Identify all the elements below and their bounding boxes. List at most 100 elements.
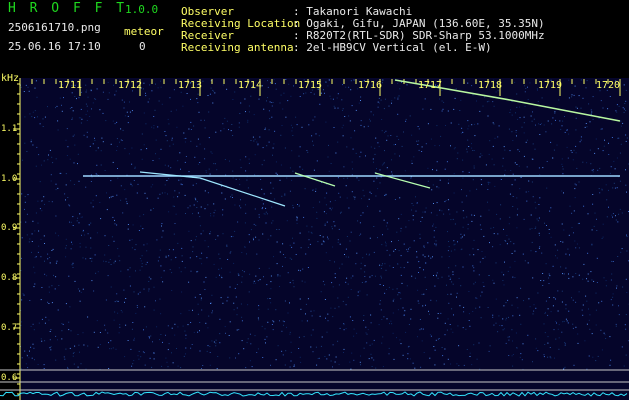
- noise-dot: [313, 310, 315, 312]
- noise-dot: [448, 179, 450, 181]
- noise-dot: [440, 135, 442, 137]
- noise-dot: [373, 226, 375, 227]
- noise-dot: [316, 211, 318, 213]
- noise-dot: [469, 325, 471, 327]
- noise-dot: [350, 137, 352, 139]
- noise-dot: [434, 349, 436, 351]
- noise-dot: [139, 215, 141, 217]
- noise-dot: [170, 110, 172, 112]
- noise-dot: [508, 223, 510, 225]
- noise-dot: [351, 174, 353, 176]
- noise-dot: [462, 177, 464, 179]
- noise-dot: [43, 368, 45, 369]
- noise-dot: [468, 125, 470, 127]
- noise-dot: [564, 366, 566, 368]
- noise-dot: [47, 301, 49, 303]
- noise-dot: [554, 244, 556, 246]
- noise-dot: [448, 209, 450, 211]
- noise-dot: [216, 169, 218, 171]
- noise-dot: [610, 299, 612, 301]
- noise-dot: [434, 285, 436, 287]
- noise-dot: [287, 272, 289, 274]
- noise-dot: [83, 344, 85, 346]
- noise-dot: [618, 314, 620, 316]
- x-tick-label: 1715: [298, 80, 323, 91]
- noise-dot: [263, 159, 265, 161]
- noise-dot: [399, 155, 400, 157]
- noise-dot: [469, 190, 471, 192]
- noise-dot: [44, 203, 45, 205]
- noise-dot: [209, 173, 211, 175]
- noise-dot: [90, 90, 92, 92]
- noise-dot: [380, 275, 382, 277]
- noise-dot: [606, 216, 608, 218]
- noise-dot: [48, 303, 50, 304]
- noise-dot: [575, 117, 577, 119]
- noise-dot: [164, 164, 166, 166]
- noise-dot: [313, 169, 315, 171]
- noise-dot: [119, 324, 121, 326]
- noise-dot: [446, 284, 447, 286]
- noise-dot: [180, 183, 182, 185]
- noise-dot: [148, 98, 150, 100]
- noise-dot: [176, 348, 177, 349]
- noise-dot: [155, 83, 156, 85]
- noise-dot: [457, 241, 458, 243]
- noise-dot: [58, 285, 60, 286]
- noise-dot: [523, 155, 525, 157]
- noise-dot: [370, 146, 372, 148]
- noise-dot: [209, 346, 211, 347]
- noise-dot: [108, 92, 110, 94]
- noise-dot: [213, 212, 215, 214]
- noise-dot: [267, 80, 268, 82]
- x-tick-label: 1714: [238, 80, 263, 91]
- noise-dot: [472, 94, 474, 96]
- noise-dot: [185, 156, 187, 157]
- noise-dot: [479, 224, 481, 226]
- noise-dot: [44, 340, 46, 342]
- noise-dot: [379, 303, 381, 305]
- noise-dot: [38, 245, 40, 247]
- noise-dot: [609, 96, 611, 97]
- noise-dot: [292, 170, 294, 172]
- noise-dot: [394, 249, 396, 250]
- noise-dot: [325, 213, 327, 215]
- noise-dot: [519, 151, 520, 152]
- noise-dot: [349, 361, 351, 363]
- y-tick-label: 0.6: [1, 373, 18, 383]
- noise-dot: [303, 216, 305, 218]
- noise-dot: [580, 139, 582, 141]
- noise-dot: [183, 355, 185, 357]
- noise-dot: [492, 101, 494, 103]
- noise-dot: [532, 361, 533, 363]
- noise-dot: [134, 249, 136, 251]
- noise-dot: [291, 150, 293, 152]
- noise-dot: [502, 280, 504, 281]
- noise-dot: [230, 236, 232, 238]
- noise-dot: [435, 274, 437, 276]
- noise-dot: [573, 149, 575, 151]
- noise-dot: [215, 239, 217, 240]
- noise-dot: [93, 290, 95, 292]
- noise-dot: [215, 345, 217, 347]
- noise-dot: [120, 199, 122, 201]
- noise-dot: [158, 256, 160, 258]
- noise-dot: [72, 264, 74, 266]
- noise-dot: [437, 317, 439, 319]
- noise-dot: [452, 274, 454, 276]
- noise-dot: [469, 356, 471, 357]
- noise-dot: [108, 245, 110, 246]
- noise-dot: [425, 143, 427, 145]
- noise-dot: [239, 113, 241, 114]
- noise-dot: [327, 238, 329, 240]
- noise-dot: [582, 304, 584, 306]
- noise-dot: [448, 256, 450, 257]
- noise-dot: [135, 270, 136, 272]
- noise-dot: [319, 315, 321, 317]
- noise-dot: [180, 313, 182, 315]
- noise-dot: [468, 313, 470, 315]
- noise-dot: [71, 118, 73, 120]
- x-tick-label: 1720: [596, 80, 621, 91]
- noise-dot: [381, 342, 383, 344]
- noise-dot: [324, 224, 326, 226]
